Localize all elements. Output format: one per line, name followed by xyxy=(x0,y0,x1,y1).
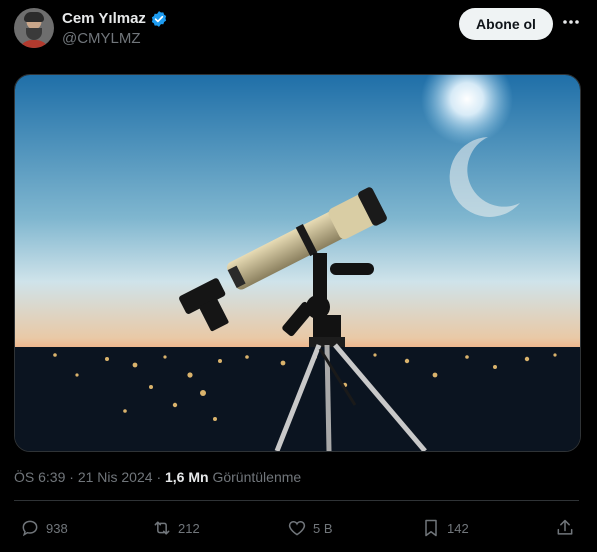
telescope-photo xyxy=(15,75,580,451)
meta-separator: · xyxy=(69,469,78,485)
author-handle[interactable]: @CMYLMZ xyxy=(62,30,141,47)
share-icon[interactable] xyxy=(555,518,575,538)
avatar[interactable] xyxy=(14,8,54,48)
bookmark-button[interactable]: 142 xyxy=(421,516,469,540)
tweet-time[interactable]: ÖS 6:39 xyxy=(14,469,65,485)
avatar-hair xyxy=(24,12,44,22)
tweet-media[interactable] xyxy=(14,74,581,452)
verified-badge-icon xyxy=(151,11,167,27)
repost-button[interactable]: 212 xyxy=(152,516,200,540)
like-button[interactable]: 5 B xyxy=(287,516,333,540)
like-icon xyxy=(288,520,306,536)
divider xyxy=(14,500,579,501)
follow-button[interactable]: Abone ol xyxy=(459,8,553,40)
tweet-date[interactable]: 21 Nis 2024 xyxy=(78,469,153,485)
author-name[interactable]: Cem Yılmaz xyxy=(62,10,146,27)
reply-count: 938 xyxy=(46,520,68,536)
views-label: Görüntülenme xyxy=(212,469,302,485)
tweet-meta: ÖS 6:39 · 21 Nis 2024 · 1,6 Mn Görüntüle… xyxy=(14,469,301,485)
views-count: 1,6 Mn xyxy=(165,469,209,485)
bookmark-count: 142 xyxy=(447,520,469,536)
avatar-shirt xyxy=(18,40,50,48)
more-icon[interactable] xyxy=(561,12,581,32)
repost-count: 212 xyxy=(178,520,200,536)
reply-icon xyxy=(22,520,38,537)
repost-icon xyxy=(154,521,170,535)
tweet-header: Cem Yılmaz @CMYLMZ Abone ol xyxy=(0,0,597,60)
like-count: 5 B xyxy=(313,520,333,536)
avatar-beard xyxy=(26,28,42,40)
bookmark-icon xyxy=(425,519,437,537)
meta-separator: · xyxy=(156,469,165,485)
reply-button[interactable]: 938 xyxy=(20,516,68,540)
